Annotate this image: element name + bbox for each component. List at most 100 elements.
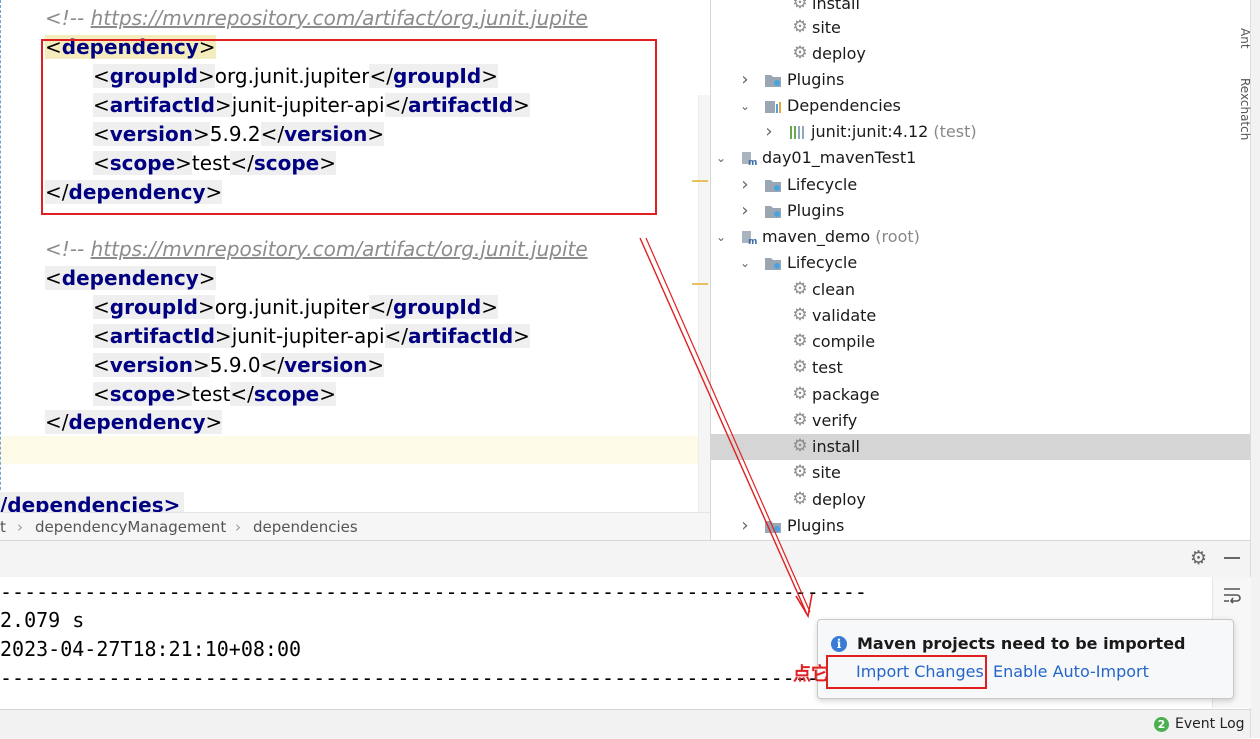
chevron-right-icon[interactable]: ›	[763, 119, 775, 145]
chevron-right-icon[interactable]: ›	[739, 67, 751, 93]
tree-row-day01-maventest1[interactable]: ⌄ m day01_mavenTest1	[711, 145, 1251, 171]
tree-row-suffix: (root)	[870, 227, 920, 246]
event-log-button[interactable]: Event Log	[1175, 716, 1245, 732]
tree-row-label: day01_mavenTest1	[762, 148, 917, 167]
tag-name: scope	[109, 151, 176, 175]
notification-title: Maven projects need to be imported	[857, 634, 1186, 653]
dependencies-close-tag[interactable]: /dependencies>	[0, 492, 185, 512]
chevron-down-icon[interactable]: ⌄	[739, 250, 751, 276]
tree-row-verify[interactable]: ⚙ verify	[711, 408, 1251, 434]
artifactid-value: junit-jupiter-api	[231, 93, 385, 117]
svg-text:m: m	[748, 237, 757, 245]
tree-row-plugins[interactable]: › Plugins	[711, 67, 1251, 93]
dependency-open-tag[interactable]: <dependency>	[45, 33, 216, 62]
chevron-right-icon[interactable]: ›	[739, 172, 751, 198]
gear-icon[interactable]: ⚙	[1190, 547, 1207, 569]
gear-icon: ⚙	[792, 436, 808, 456]
tree-row-deploy[interactable]: ⚙ deploy	[711, 487, 1251, 513]
tree-row-plugins[interactable]: › Plugins	[711, 198, 1251, 224]
code-editor[interactable]: <!-- https://mvnrepository.com/artifact/…	[0, 0, 710, 512]
breadcrumb-separator-icon: ›	[17, 518, 23, 536]
tree-row-label: test	[812, 358, 843, 377]
tag-name: artifactId	[109, 93, 215, 117]
folder-icon	[765, 258, 781, 270]
version-line[interactable]: <version>5.9.0</version>	[93, 351, 385, 380]
status-bar: 2 Event Log	[0, 709, 1250, 739]
maven-module-icon: m	[742, 231, 757, 245]
tree-row-site[interactable]: ⚙ site	[711, 460, 1251, 486]
breadcrumb-lead[interactable]: t	[0, 513, 6, 541]
tree-row-lifecycle[interactable]: › Lifecycle	[711, 172, 1251, 198]
tree-row-site[interactable]: ⚙ site	[711, 15, 1251, 41]
tag-name: version	[284, 353, 368, 377]
console-separator: ----------------------------------------…	[0, 666, 867, 690]
dependency-close-tag[interactable]: </dependency>	[45, 408, 223, 437]
tag-name: dependency	[68, 410, 206, 434]
tag-name: groupId	[109, 64, 198, 88]
gutter-marker[interactable]	[692, 283, 708, 285]
chevron-down-icon[interactable]: ⌄	[715, 224, 727, 250]
tag-name: scope	[109, 382, 176, 406]
gutter-marker[interactable]	[692, 180, 708, 182]
version-line[interactable]: <version>5.9.2</version>	[93, 120, 385, 149]
folder-icon	[765, 521, 781, 533]
tree-row-label: Lifecycle	[787, 175, 858, 194]
tag-name: dependency	[68, 180, 206, 204]
gear-icon: ⚙	[792, 17, 808, 37]
tree-row-deploy[interactable]: ⚙ deploy	[711, 41, 1251, 67]
enable-auto-import-link[interactable]: Enable Auto-Import	[993, 662, 1149, 681]
groupid-line[interactable]: <groupId>org.junit.jupiter</groupId>	[93, 62, 498, 91]
chevron-right-icon[interactable]: ›	[739, 198, 751, 224]
dependency-open-tag[interactable]: <dependency>	[45, 264, 216, 293]
tree-row-label: Plugins	[787, 201, 845, 220]
dependency-close-tag[interactable]: </dependency>	[45, 178, 223, 207]
artifactid-line[interactable]: <artifactId>junit-jupiter-api</artifactI…	[93, 91, 530, 120]
tree-row-install[interactable]: ⚙ install	[711, 434, 1251, 460]
breadcrumb-item-dependencymanagement[interactable]: dependencyManagement	[35, 513, 226, 541]
comment-url[interactable]: https://mvnrepository.com/artifact/org.j…	[91, 6, 588, 30]
tab-rexchatch[interactable]: Rexchatch	[1238, 78, 1252, 140]
editor-left-guide	[0, 0, 1, 512]
gear-icon: ⚙	[792, 331, 808, 351]
soft-wrap-icon[interactable]	[1222, 586, 1242, 604]
tree-row-test[interactable]: ⚙ test	[711, 355, 1251, 381]
tag-name: scope	[253, 151, 320, 175]
dependencies-icon	[765, 101, 781, 113]
run-panel-header: ⚙	[0, 540, 1250, 578]
tree-row-clean[interactable]: ⚙ clean	[711, 277, 1251, 303]
tree-row-label: install	[812, 437, 860, 456]
chevron-down-icon[interactable]: ⌄	[739, 93, 751, 119]
tree-row-compile[interactable]: ⚙ compile	[711, 329, 1251, 355]
tab-ant[interactable]: Ant	[1238, 28, 1252, 49]
tree-row-label: Dependencies	[787, 96, 901, 115]
tree-row-maven-demo[interactable]: ⌄ m maven_demo (root)	[711, 224, 1251, 250]
tree-row-plugins[interactable]: › Plugins	[711, 513, 1251, 539]
artifactid-line[interactable]: <artifactId>junit-jupiter-api</artifactI…	[93, 322, 530, 351]
editor-error-stripe[interactable]	[698, 95, 710, 512]
tree-row-label: site	[812, 18, 841, 37]
comment-url[interactable]: https://mvnrepository.com/artifact/org.j…	[91, 237, 588, 261]
maven-projects-tree[interactable]: ⚙ install ⚙ site ⚙ deploy › Plugins ⌄ Dependencie…	[710, 0, 1251, 540]
scope-value: test	[191, 151, 231, 175]
groupid-line[interactable]: <groupId>org.junit.jupiter</groupId>	[93, 293, 498, 322]
comment-line: <!-- https://mvnrepository.com/artifact/…	[45, 235, 588, 264]
maven-module-icon: m	[742, 152, 757, 166]
tree-row-lifecycle[interactable]: ⌄ Lifecycle	[711, 250, 1251, 276]
breadcrumb-separator-icon: ›	[235, 518, 241, 536]
highlight-box	[826, 655, 987, 689]
tree-row-validate[interactable]: ⚙ validate	[711, 303, 1251, 329]
breadcrumb-item-dependencies[interactable]: dependencies	[253, 513, 358, 541]
tree-row-label: maven_demo (root)	[762, 227, 920, 246]
tag-name: dependency	[61, 266, 199, 290]
minimize-icon[interactable]	[1224, 557, 1240, 559]
chevron-down-icon[interactable]: ⌄	[715, 145, 727, 171]
scope-line[interactable]: <scope>test</scope>	[93, 380, 336, 409]
tree-row-package[interactable]: ⚙ package	[711, 382, 1251, 408]
folder-icon	[765, 206, 781, 218]
scope-line[interactable]: <scope>test</scope>	[93, 149, 336, 178]
event-count-badge[interactable]: 2	[1154, 717, 1169, 732]
comment-prefix: <!--	[45, 237, 91, 261]
chevron-right-icon[interactable]: ›	[739, 513, 751, 539]
tree-row-junit-junit-4-12[interactable]: › junit:junit:4.12 (test)	[711, 119, 1251, 145]
tree-row-dependencies[interactable]: ⌄ Dependencies	[711, 93, 1251, 119]
